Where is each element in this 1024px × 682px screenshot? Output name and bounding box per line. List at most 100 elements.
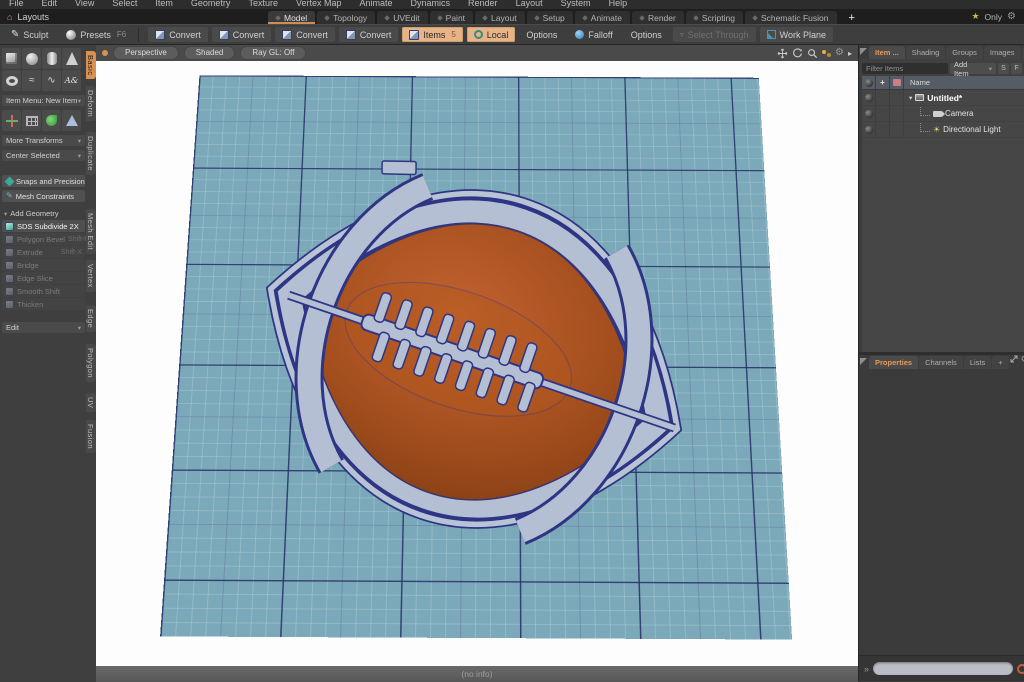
visibility-cell[interactable] <box>862 122 876 137</box>
tool-thicken[interactable]: Thicken <box>2 298 85 310</box>
expand-caret-icon[interactable]: ▾ <box>909 94 912 102</box>
triangle-mesh-button[interactable] <box>62 110 81 131</box>
action-center-options-button[interactable]: Options <box>519 27 564 42</box>
cone-primitive-button[interactable] <box>62 48 81 69</box>
visibility-cell[interactable] <box>862 106 876 121</box>
convert-button-3[interactable]: Convert <box>275 27 335 42</box>
convert-button-2[interactable]: Convert <box>211 27 272 42</box>
menu-item-animate[interactable]: Animate <box>350 0 401 9</box>
menu-item-file[interactable]: File <box>0 0 33 9</box>
tab-uvedit[interactable]: UVEdit <box>377 11 428 24</box>
tab-shading[interactable]: Shading <box>905 46 946 59</box>
visibility-column-header[interactable] <box>862 76 876 89</box>
cube-primitive-button[interactable] <box>2 48 21 69</box>
tab-setup[interactable]: Setup <box>526 11 573 24</box>
panel-corner-handle[interactable] <box>860 358 867 365</box>
tool-bridge[interactable]: Bridge <box>2 259 85 271</box>
tab-layout[interactable]: Layout <box>475 11 525 24</box>
item-row-directional-light[interactable]: ☀ Directional Light <box>862 122 1024 138</box>
snaps-and-precision-button[interactable]: Snaps and Precision <box>2 175 85 187</box>
panel-corner-handle[interactable] <box>860 48 867 55</box>
menu-item-item[interactable]: Item <box>146 0 182 9</box>
menu-item-layout[interactable]: Layout <box>507 0 552 9</box>
vtab-basic[interactable]: Basic <box>86 51 96 80</box>
tool-polygon-bevel[interactable]: Polygon Bevel Shift-B <box>2 233 89 245</box>
menu-item-select[interactable]: Select <box>103 0 146 9</box>
shading-mode-dropdown[interactable]: Shaded <box>183 46 236 60</box>
work-plane-button[interactable]: Work Plane <box>759 27 833 42</box>
menu-item-render[interactable]: Render <box>459 0 507 9</box>
zoom-icon[interactable] <box>807 48 818 59</box>
menu-item-view[interactable]: View <box>66 0 103 9</box>
vtab-edge[interactable]: Edge <box>86 304 96 332</box>
filter-items-input[interactable]: Filter Items <box>862 63 948 74</box>
home-icon[interactable]: ⌂ <box>7 12 12 22</box>
axis-tool-button[interactable] <box>2 110 21 131</box>
helix-tool-button[interactable]: ≈ <box>22 70 41 91</box>
tab-paint[interactable]: Paint <box>429 11 474 24</box>
tab-channels[interactable]: Channels <box>919 356 963 369</box>
vtab-polygon[interactable]: Polygon <box>86 343 96 382</box>
edit-dropdown[interactable]: Edit ▾ <box>2 322 85 333</box>
name-column-header[interactable]: Name <box>904 78 930 87</box>
item-row-mesh[interactable]: ▾ Untitled* <box>862 90 1024 106</box>
tab-lists[interactable]: Lists <box>963 356 992 369</box>
tab-scripting[interactable]: Scripting <box>685 11 743 24</box>
viewport-gear-icon[interactable]: ⚙ <box>835 48 844 58</box>
more-transforms-dropdown[interactable]: More Transforms ▾ <box>2 135 85 146</box>
panel-expand-icon[interactable] <box>1010 350 1018 368</box>
menu-item-dynamics[interactable]: Dynamics <box>402 0 460 9</box>
mesh-grid-button[interactable] <box>22 110 41 131</box>
tab-model[interactable]: Model <box>268 11 316 24</box>
command-input[interactable] <box>873 662 1013 675</box>
menu-item-vertex-map[interactable]: Vertex Map <box>287 0 351 9</box>
action-center-local-button[interactable]: Local <box>466 27 516 42</box>
viewport-expand-icon[interactable]: ▸ <box>848 49 852 58</box>
rotate-view-icon[interactable] <box>792 47 803 59</box>
pan-icon[interactable] <box>777 48 788 59</box>
lock-cell[interactable] <box>876 122 890 137</box>
only-label[interactable]: Only <box>985 12 1002 22</box>
tab-topology[interactable]: Topology <box>317 11 376 24</box>
lock-column-header[interactable]: + <box>876 76 890 89</box>
curve-tool-button[interactable]: ∿ <box>42 70 61 91</box>
torus-primitive-button[interactable] <box>2 70 21 91</box>
add-item-dropdown[interactable]: Add Item ▾ <box>950 60 996 78</box>
keys-icon[interactable] <box>822 49 832 57</box>
ray-gl-dropdown[interactable]: Ray GL: Off <box>240 46 307 60</box>
vtab-fusion[interactable]: Fusion <box>86 420 96 454</box>
center-selected-dropdown[interactable]: Center Selected ▾ <box>2 150 85 161</box>
convert-button-1[interactable]: Convert <box>148 27 208 42</box>
lock-cell[interactable] <box>876 106 890 121</box>
view-mode-dropdown[interactable]: Perspective <box>113 46 179 60</box>
viewport-canvas[interactable] <box>96 61 858 666</box>
tab-properties[interactable]: Properties <box>869 356 919 369</box>
menu-item-texture[interactable]: Texture <box>239 0 287 9</box>
falloff-options-button[interactable]: Options <box>624 27 669 42</box>
items-mode-button[interactable]: Items 5 <box>402 27 463 42</box>
sphere-primitive-button[interactable] <box>22 48 41 69</box>
vtab-vertex[interactable]: Vertex <box>86 260 96 292</box>
vtab-duplicate[interactable]: Duplicate <box>86 132 96 176</box>
lock-cell[interactable] <box>876 90 890 105</box>
command-history-icon[interactable] <box>1017 663 1024 674</box>
tab-item-list[interactable]: Item ... <box>869 46 905 59</box>
viewport-menu-dot[interactable] <box>102 50 108 56</box>
render-cell[interactable] <box>890 106 904 121</box>
presets-button[interactable]: Presets F6 <box>59 27 133 42</box>
menu-item-geometry[interactable]: Geometry <box>182 0 240 9</box>
layouts-label[interactable]: Layouts <box>17 12 49 22</box>
sculpt-button[interactable]: ✎ Sculpt <box>4 27 55 42</box>
panel-gear-icon[interactable]: ⚙ <box>1021 354 1024 364</box>
vtab-deform[interactable]: Deform <box>86 86 96 122</box>
text-tool-button[interactable]: A& <box>62 70 81 91</box>
vtab-uv[interactable]: UV <box>86 392 96 413</box>
select-through-button[interactable]: ▿ Select Through <box>672 27 756 42</box>
tab-render[interactable]: Render <box>631 11 684 24</box>
render-cell[interactable] <box>890 90 904 105</box>
add-panel-tab-button[interactable]: + <box>992 356 1009 369</box>
vtab-mesh-edit[interactable]: Mesh Edit <box>86 209 96 255</box>
tool-edge-slice[interactable]: Edge Slice <box>2 272 85 284</box>
convert-button-4[interactable]: Convert <box>338 27 399 42</box>
tab-schematic-fusion[interactable]: Schematic Fusion <box>744 11 837 24</box>
